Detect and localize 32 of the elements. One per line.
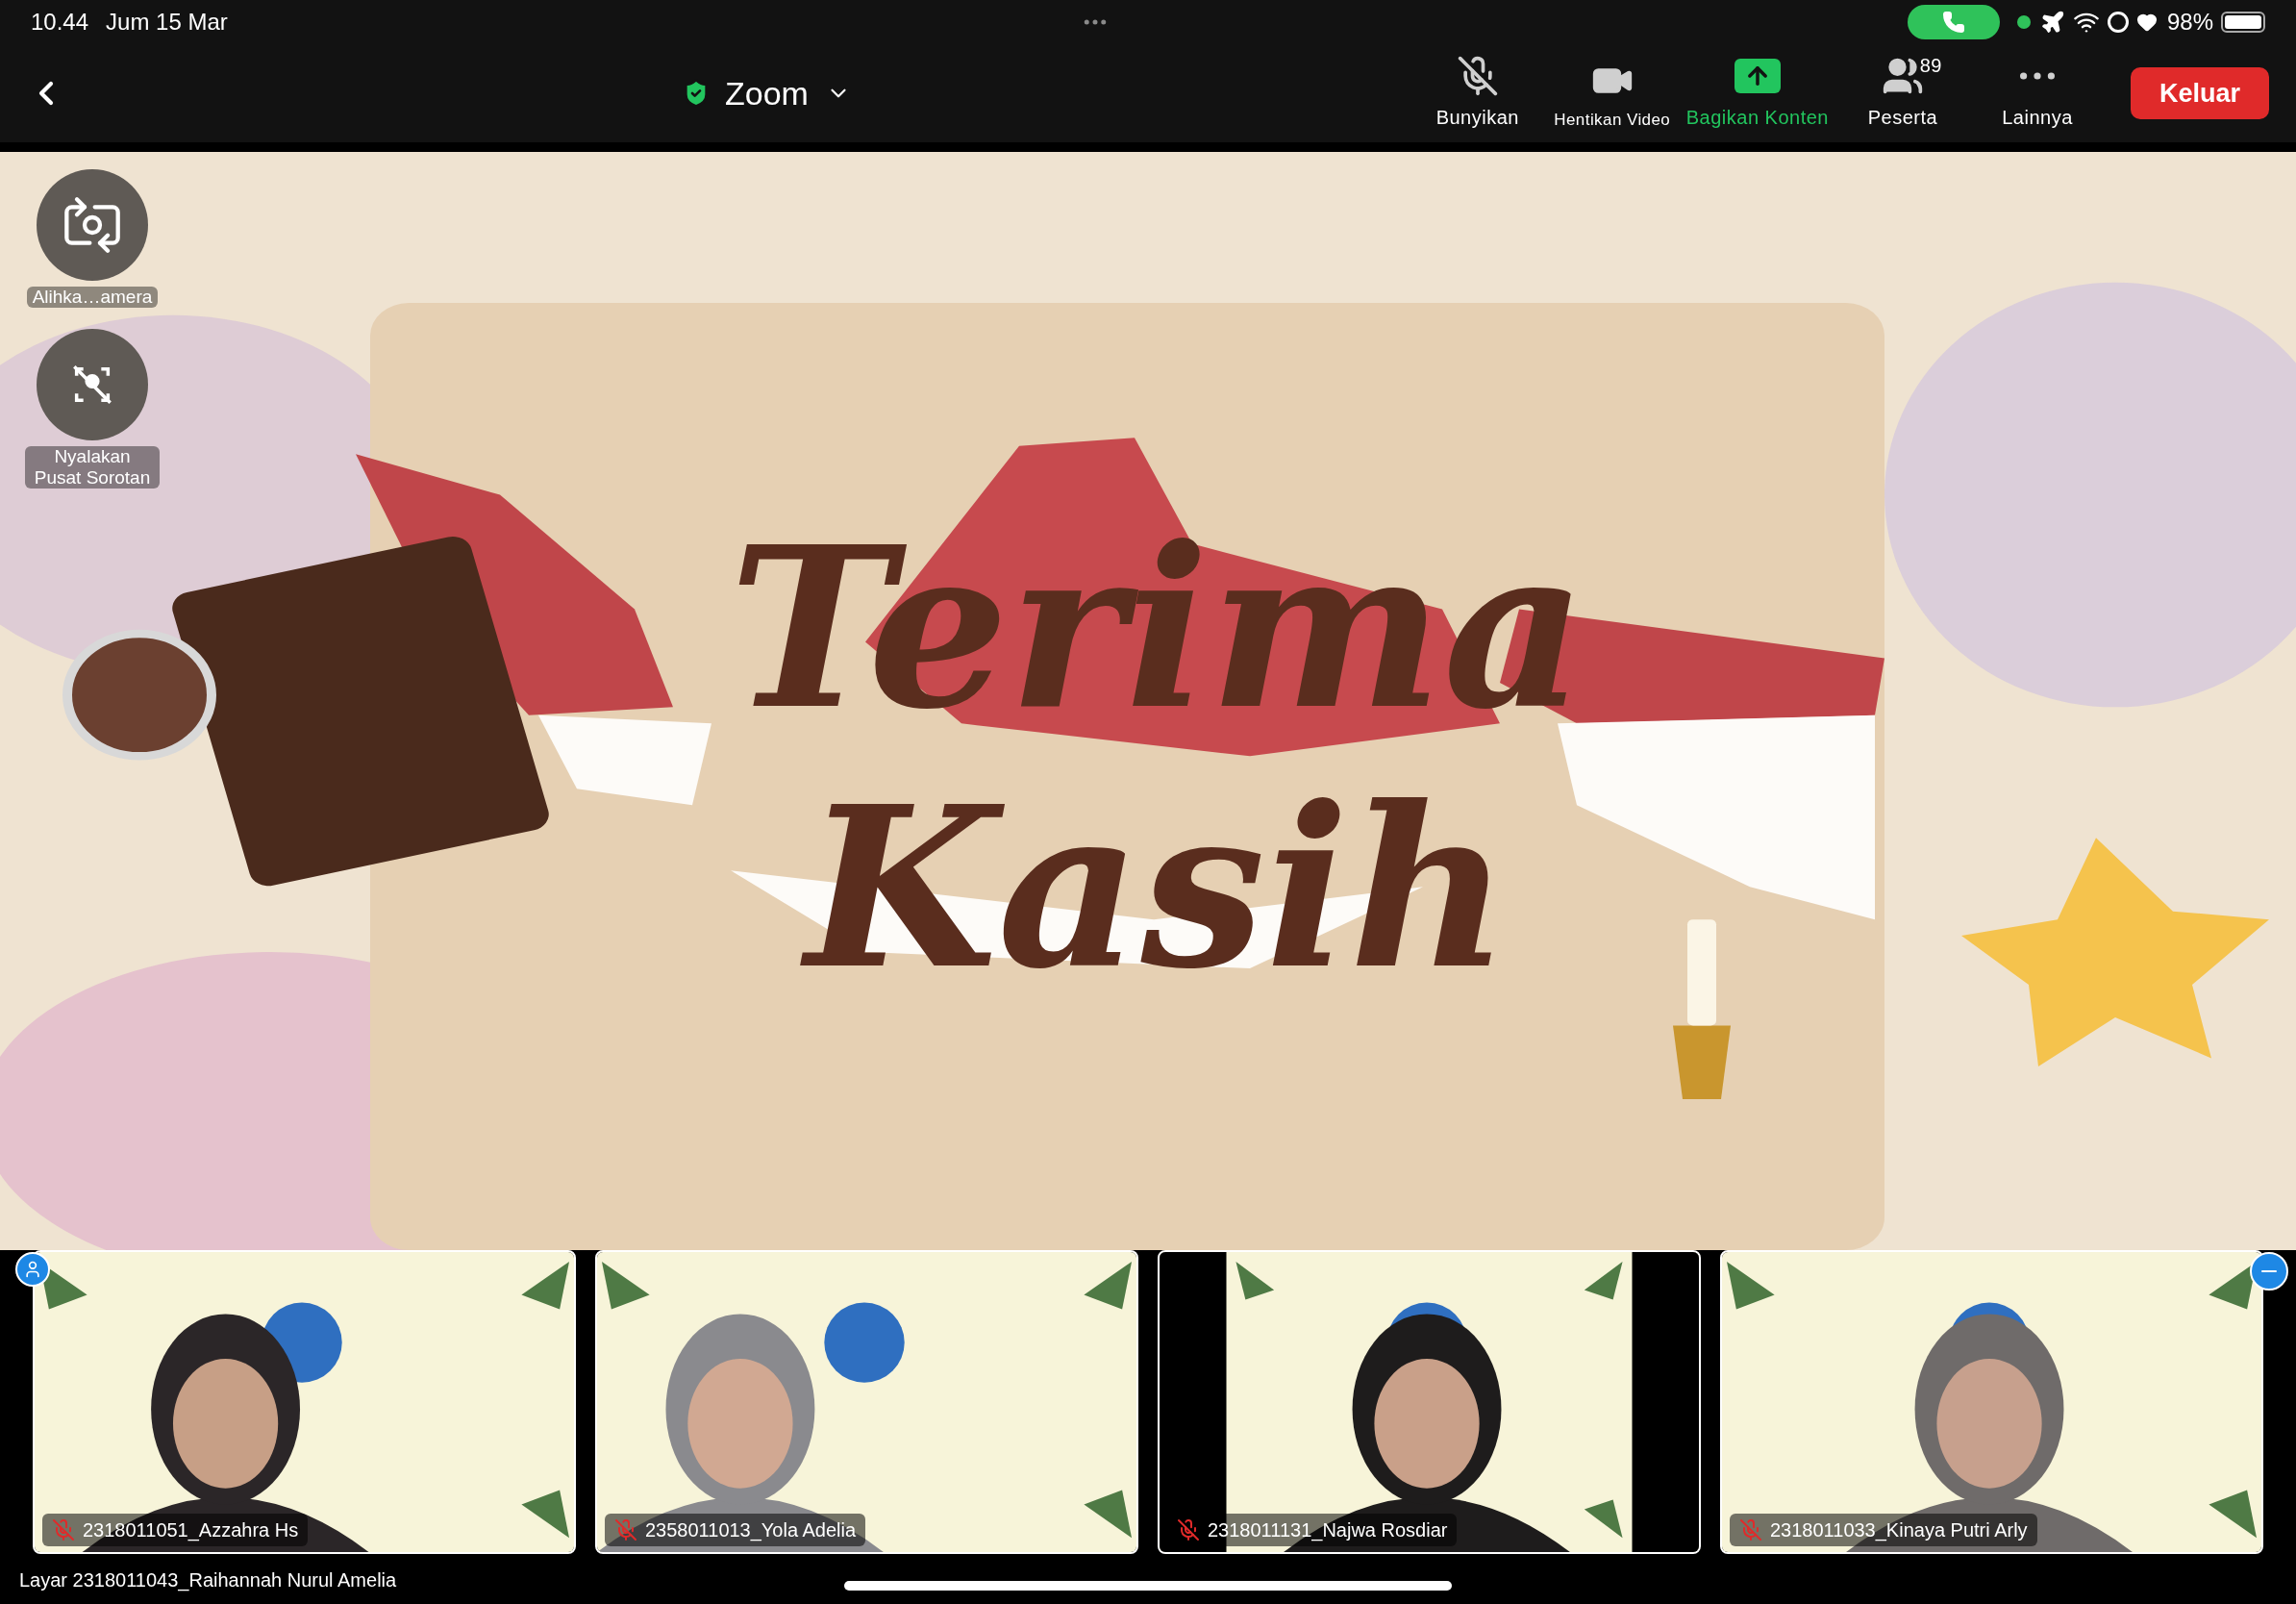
rotation-lock-icon [2107,12,2129,33]
toolbar-button[interactable]: Bagikan Konten [1685,55,1829,132]
meeting-title-button[interactable]: Zoom [725,68,851,118]
heart-icon [2135,12,2158,33]
participant-name-label: 2318011033_Kinaya Putri Arly [1730,1514,2037,1546]
slide-title: Kasih [766,758,1549,1017]
toolbar-button[interactable]: Lainnya [1977,55,2098,132]
call-indicator[interactable] [1907,5,2000,39]
participant-count: 89 [1919,54,1942,78]
toolbar-button[interactable]: Hentikan Video [1551,59,1673,132]
camera-in-use-icon [2016,15,2031,29]
switch-camera-icon [62,194,123,256]
minimize-icon[interactable] [2250,1252,2288,1291]
toolbar-button[interactable]: Peserta 89 [1842,55,1963,132]
control-label: Nyalakan Pusat Sorotan [25,446,160,489]
share-caption: Layar 2318011043_Raihannah Nurul Amelia [19,1568,397,1593]
more-icon [2020,72,2055,80]
airplane-icon [2039,10,2065,35]
status-date: Jum 15 Mar [106,8,228,37]
battery-icon [2221,12,2265,33]
video-tile[interactable]: 2358011013_Yola Adelia [595,1250,1138,1554]
participant-name-label: 2318011051_Azzahra Hs [42,1514,309,1546]
mic-off-icon [1456,55,1499,97]
status-time: 10.44 [31,8,89,37]
video-tile[interactable]: 2318011051_Azzahra Hs [33,1250,576,1554]
battery-percentage: 98% [2166,8,2213,37]
video-tile[interactable]: 2318011033_Kinaya Putri Arly [1720,1250,2263,1554]
leave-button[interactable]: Keluar [2131,67,2269,119]
toolbar-button[interactable]: Bunyikan [1416,55,1538,132]
participant-name-label: 2358011013_Yola Adelia [605,1514,866,1546]
control-label: Alihka…amera [26,287,159,308]
pin-icon[interactable] [15,1252,50,1287]
